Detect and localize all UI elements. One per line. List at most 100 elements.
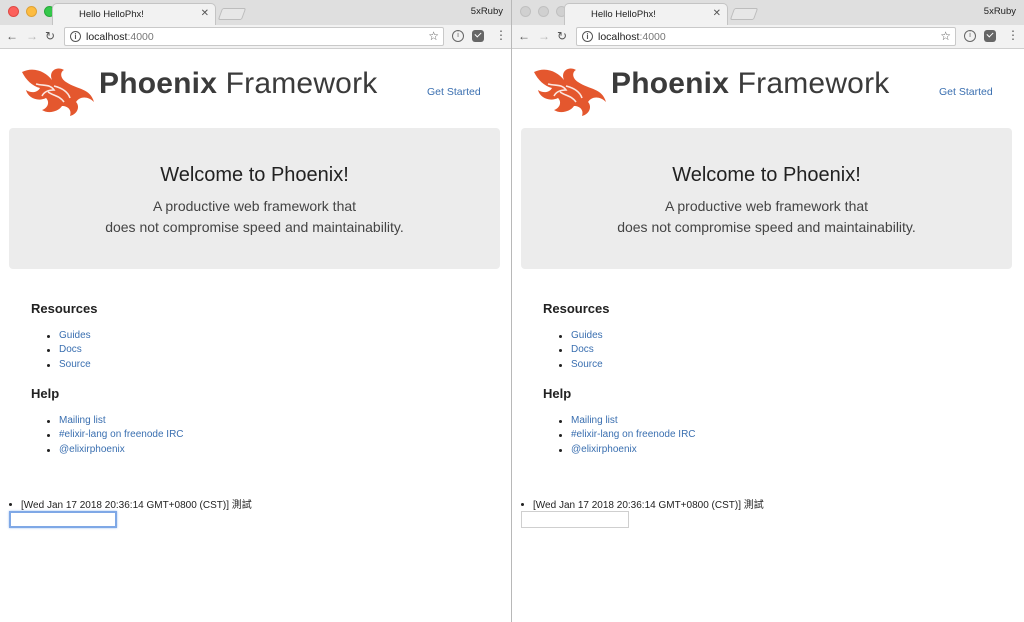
close-window-button[interactable] [8,6,19,17]
source-link[interactable]: Source [571,359,603,370]
window-controls [8,6,55,17]
new-tab-button[interactable] [729,8,759,20]
guides-link[interactable]: Guides [571,330,603,341]
hero-tagline-1: A productive web framework that [152,198,357,214]
logo-wordmark: Phoenix Framework [99,67,378,100]
star-icon[interactable]: ☆ [428,29,439,43]
reload-icon[interactable]: ↻ [45,29,55,43]
irc-link[interactable]: #elixir-lang on freenode IRC [59,429,184,440]
address-bar[interactable]: i localhost:4000 ☆ [576,27,956,46]
docs-link[interactable]: Docs [571,344,594,355]
tab-title: Hello HelloPhx! [591,9,656,20]
get-started-link[interactable]: Get Started [939,86,993,98]
address-bar[interactable]: i localhost:4000 ☆ [64,27,444,46]
tab-title: Hello HelloPhx! [79,9,144,20]
help-list: Mailing list #elixir-lang on freenode IR… [47,414,184,457]
list-item: Guides [559,329,603,343]
help-heading: Help [31,386,60,401]
window-controls [520,6,567,17]
list-item: Docs [47,343,91,357]
bullet-icon [521,502,524,506]
arrow-left-icon[interactable]: ← [6,29,18,43]
hero-jumbotron: Welcome to Phoenix! A productive web fra… [521,128,1012,269]
list-item: Source [47,358,91,372]
tab-strip: Hello HelloPhx! ✕ 5xRuby [0,0,511,26]
minimize-window-button[interactable] [538,6,549,17]
chat-message: [Wed Jan 17 2018 20:36:14 GMT+0800 (CST)… [521,496,764,511]
browser-tab[interactable]: Hello HelloPhx! ✕ [52,3,216,26]
url-text[interactable]: localhost:4000 [598,31,666,43]
resources-list: Guides Docs Source [559,329,603,372]
page-content: Phoenix Framework Get Started Welcome to… [512,50,1024,622]
close-window-button[interactable] [520,6,531,17]
mailing-list-link[interactable]: Mailing list [59,415,106,426]
chat-message: [Wed Jan 17 2018 20:36:14 GMT+0800 (CST)… [9,496,252,511]
pocket-icon[interactable] [984,30,996,42]
phoenix-bird-icon [534,68,606,116]
phoenix-logo[interactable]: Phoenix Framework [18,62,398,118]
hero-title: Welcome to Phoenix! [672,164,861,186]
browser-window-right: Hello HelloPhx! ✕ 5xRuby ← → ↻ i localho… [512,0,1024,622]
desktop: Hello HelloPhx! ✕ 5xRuby ← → ↻ i localho… [0,0,1024,622]
extension-icon[interactable]: i [452,30,464,42]
hero-jumbotron: Welcome to Phoenix! A productive web fra… [9,128,500,269]
chat-input[interactable] [521,511,629,528]
new-tab-button[interactable] [217,8,247,20]
chat-message-text: [Wed Jan 17 2018 20:36:14 GMT+0800 (CST)… [533,500,764,511]
kebab-menu-icon[interactable]: ⋮ [1007,28,1019,42]
arrow-left-icon[interactable]: ← [518,29,530,43]
page-content: Phoenix Framework Get Started Welcome to… [0,50,511,622]
star-icon[interactable]: ☆ [940,29,951,43]
help-list: Mailing list #elixir-lang on freenode IR… [559,414,696,457]
arrow-right-icon[interactable]: → [538,29,550,43]
bullet-icon [9,502,12,506]
phoenix-bird-icon [22,68,94,116]
chat-message-text: [Wed Jan 17 2018 20:36:14 GMT+0800 (CST)… [21,500,252,511]
list-item: Docs [559,343,603,357]
close-tab-icon[interactable]: ✕ [713,8,721,19]
list-item: Mailing list [47,414,184,428]
profile-name[interactable]: 5xRuby [471,6,503,17]
resources-list: Guides Docs Source [47,329,91,372]
list-item: #elixir-lang on freenode IRC [559,428,696,442]
arrow-right-icon[interactable]: → [26,29,38,43]
minimize-window-button[interactable] [26,6,37,17]
reload-icon[interactable]: ↻ [557,29,567,43]
phoenix-logo[interactable]: Phoenix Framework [530,62,910,118]
url-text[interactable]: localhost:4000 [86,31,154,43]
guides-link[interactable]: Guides [59,330,91,341]
chat-input[interactable] [9,511,117,528]
browser-toolbar: ← → ↻ i localhost:4000 ☆ i ⋮ [512,25,1024,49]
close-tab-icon[interactable]: ✕ [201,8,209,19]
browser-tab[interactable]: Hello HelloPhx! ✕ [564,3,728,26]
irc-link[interactable]: #elixir-lang on freenode IRC [571,429,696,440]
list-item: @elixirphoenix [47,443,184,457]
browser-window-left: Hello HelloPhx! ✕ 5xRuby ← → ↻ i localho… [0,0,512,622]
pocket-icon[interactable] [472,30,484,42]
list-item: Guides [47,329,91,343]
logo-wordmark: Phoenix Framework [611,67,890,100]
list-item: Mailing list [559,414,696,428]
mailing-list-link[interactable]: Mailing list [571,415,618,426]
info-icon[interactable]: i [582,31,593,42]
help-heading: Help [543,386,572,401]
get-started-link[interactable]: Get Started [427,86,481,98]
resources-heading: Resources [31,301,98,316]
hero-tagline-2: does not compromise speed and maintainab… [617,219,916,235]
tab-strip: Hello HelloPhx! ✕ 5xRuby [512,0,1024,26]
source-link[interactable]: Source [59,359,91,370]
info-icon[interactable]: i [70,31,81,42]
list-item: @elixirphoenix [559,443,696,457]
kebab-menu-icon[interactable]: ⋮ [495,28,507,42]
list-item: #elixir-lang on freenode IRC [47,428,184,442]
hero-title: Welcome to Phoenix! [160,164,349,186]
resources-heading: Resources [543,301,610,316]
extension-icon[interactable]: i [964,30,976,42]
docs-link[interactable]: Docs [59,344,82,355]
hero-tagline-2: does not compromise speed and maintainab… [105,219,404,235]
profile-name[interactable]: 5xRuby [984,6,1016,17]
twitter-link[interactable]: @elixirphoenix [571,444,637,455]
twitter-link[interactable]: @elixirphoenix [59,444,125,455]
browser-toolbar: ← → ↻ i localhost:4000 ☆ i ⋮ [0,25,511,49]
list-item: Source [559,358,603,372]
